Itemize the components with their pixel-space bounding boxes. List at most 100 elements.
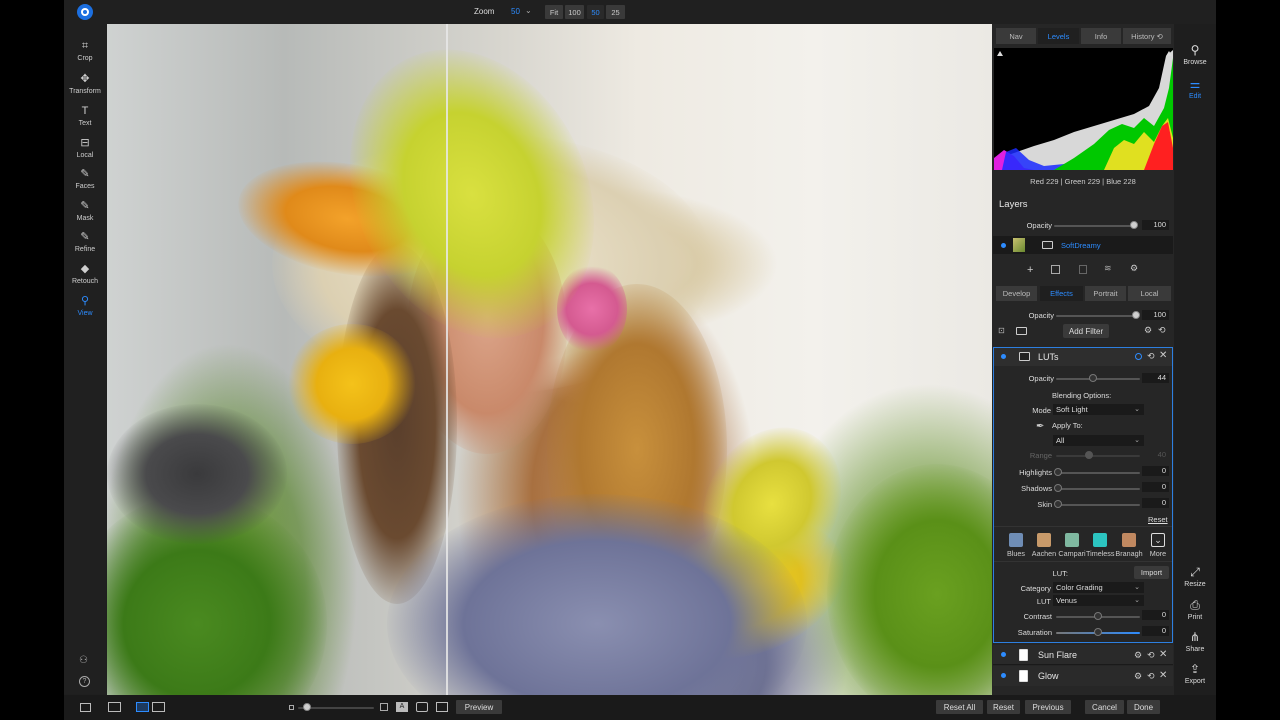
tool-mask[interactable]: ✎ Mask bbox=[64, 200, 106, 222]
lock-icon[interactable]: ⊡ bbox=[998, 326, 1005, 335]
eyedropper-icon[interactable]: ✒ bbox=[1036, 421, 1044, 432]
lut-preset-campari-swatch[interactable] bbox=[1065, 533, 1079, 547]
tab-portrait[interactable]: Portrait bbox=[1085, 286, 1126, 301]
tool-text[interactable]: T Text bbox=[64, 105, 106, 127]
luts-reset-icon[interactable]: ⟲ bbox=[1147, 351, 1155, 362]
lut-preset-timeless-swatch[interactable] bbox=[1093, 533, 1107, 547]
lut-preset-aachen-swatch[interactable] bbox=[1037, 533, 1051, 547]
luts-close-icon[interactable]: ✕ bbox=[1159, 350, 1167, 361]
lut-preset-label[interactable]: Campari bbox=[1058, 549, 1086, 558]
sun-flare-visibility-icon[interactable] bbox=[1001, 652, 1006, 657]
layers-opacity-value[interactable]: 100 bbox=[1142, 220, 1169, 230]
luts-solo-icon[interactable] bbox=[1135, 353, 1142, 360]
layer-name[interactable]: SoftDreamy bbox=[1061, 241, 1101, 250]
tool-retouch[interactable]: ◆ Retouch bbox=[64, 263, 106, 285]
lut-preset-label[interactable]: Aachen bbox=[1030, 549, 1058, 558]
skin-slider[interactable] bbox=[1056, 504, 1140, 506]
layer-visibility-icon[interactable] bbox=[1001, 243, 1006, 248]
layer-mask-icon[interactable] bbox=[1042, 241, 1053, 249]
filmstrip-icon[interactable] bbox=[108, 702, 121, 712]
tool-transform[interactable]: ✥ Transform bbox=[64, 73, 106, 95]
layers-opacity-knob[interactable] bbox=[1130, 221, 1138, 229]
add-layer-icon[interactable]: + bbox=[1027, 264, 1033, 276]
zoom-fit-button[interactable]: Fit bbox=[545, 5, 563, 19]
filter-reset-icon[interactable]: ⟲ bbox=[1158, 325, 1166, 336]
effects-opacity-value[interactable]: 100 bbox=[1142, 310, 1169, 320]
effects-opacity-knob[interactable] bbox=[1132, 311, 1140, 319]
range-knob[interactable] bbox=[1085, 451, 1093, 459]
layer-settings-gear-icon[interactable]: ⚙ bbox=[1130, 263, 1138, 274]
category-select[interactable]: Color Grading ⌄ bbox=[1053, 582, 1144, 593]
saturation-value[interactable]: 0 bbox=[1142, 626, 1169, 636]
module-edit[interactable]: ⚌ Edit bbox=[1180, 77, 1210, 100]
text-overlay-icon[interactable]: A bbox=[396, 702, 408, 712]
before-after-split-line[interactable] bbox=[446, 24, 448, 695]
range-slider[interactable] bbox=[1056, 455, 1140, 457]
luts-opacity-slider[interactable] bbox=[1056, 378, 1140, 380]
luts-opacity-knob[interactable] bbox=[1088, 374, 1097, 382]
zoom-25-button[interactable]: 25 bbox=[606, 5, 625, 19]
highlights-knob[interactable] bbox=[1054, 468, 1062, 476]
account-icon[interactable]: ⚇ bbox=[79, 655, 88, 666]
module-print[interactable]: ⎙ Print bbox=[1180, 598, 1210, 621]
app-logo-icon[interactable] bbox=[77, 4, 93, 20]
highlights-value[interactable]: 0 bbox=[1142, 466, 1169, 476]
zoom-in-icon[interactable] bbox=[380, 703, 388, 711]
layer-thumbnail[interactable] bbox=[1013, 238, 1025, 252]
module-share[interactable]: ⋔ Share bbox=[1180, 630, 1210, 653]
tool-view[interactable]: ⚲ View bbox=[64, 295, 106, 317]
sun-flare-close-icon[interactable]: ✕ bbox=[1159, 649, 1167, 660]
sun-flare-gear-icon[interactable]: ⚙ bbox=[1134, 650, 1142, 661]
reset-all-button[interactable]: Reset All bbox=[936, 700, 983, 714]
lut-preset-label[interactable]: Timeless bbox=[1086, 549, 1115, 558]
tab-levels[interactable]: Levels bbox=[1038, 28, 1079, 44]
done-button[interactable]: Done bbox=[1127, 700, 1160, 714]
shadows-knob[interactable] bbox=[1054, 484, 1062, 492]
mode-select[interactable]: Soft Light ⌄ bbox=[1053, 404, 1144, 415]
tab-info[interactable]: Info bbox=[1081, 28, 1121, 44]
import-button[interactable]: Import bbox=[1134, 566, 1169, 579]
tool-crop[interactable]: ⌗ Crop bbox=[64, 40, 106, 62]
add-filter-button[interactable]: Add Filter bbox=[1063, 324, 1109, 338]
skin-value[interactable]: 0 bbox=[1142, 498, 1169, 508]
module-resize[interactable]: ⤢ Resize bbox=[1180, 565, 1210, 588]
sun-flare-reset-icon[interactable]: ⟲ bbox=[1147, 650, 1155, 661]
zoom-100-button[interactable]: 100 bbox=[565, 5, 584, 19]
lut-preset-label[interactable]: Branagh bbox=[1115, 549, 1143, 558]
zoom-value-dropdown[interactable]: 50 bbox=[511, 7, 520, 16]
panel-toggle-icon[interactable] bbox=[80, 703, 91, 712]
shadow-clip-icon[interactable] bbox=[997, 51, 1003, 56]
luts-visibility-icon[interactable] bbox=[1001, 354, 1006, 359]
layers-opacity-slider[interactable] bbox=[1054, 225, 1134, 227]
stack-icon[interactable]: ≋ bbox=[1104, 263, 1112, 274]
duplicate-layer-icon[interactable] bbox=[1051, 265, 1060, 274]
help-icon[interactable]: ? bbox=[79, 676, 90, 687]
lut-preset-blues-swatch[interactable] bbox=[1009, 533, 1023, 547]
module-export[interactable]: ⇪ Export bbox=[1180, 662, 1210, 685]
shadows-value[interactable]: 0 bbox=[1142, 482, 1169, 492]
reset-button[interactable]: Reset bbox=[987, 700, 1020, 714]
more-presets-icon[interactable]: ⌄ bbox=[1151, 533, 1165, 547]
zoom-slider-knob[interactable] bbox=[303, 703, 311, 711]
lut-preset-label[interactable]: Blues bbox=[1002, 549, 1030, 558]
clipping-view-icon[interactable] bbox=[436, 702, 448, 712]
glow-gear-icon[interactable]: ⚙ bbox=[1134, 671, 1142, 682]
shadows-slider[interactable] bbox=[1056, 488, 1140, 490]
luts-mask-icon[interactable] bbox=[1019, 352, 1030, 361]
glow-close-icon[interactable]: ✕ bbox=[1159, 670, 1167, 681]
single-view-icon[interactable] bbox=[136, 702, 149, 712]
chevron-down-icon[interactable]: ⌄ bbox=[525, 6, 532, 15]
tab-history[interactable]: History ⟲ bbox=[1123, 28, 1171, 44]
highlights-slider[interactable] bbox=[1056, 472, 1140, 474]
split-view-icon[interactable] bbox=[152, 702, 165, 712]
tool-local[interactable]: ⊟ Local bbox=[64, 137, 106, 159]
luts-opacity-value[interactable]: 44 bbox=[1142, 373, 1169, 383]
lut-select[interactable]: Venus ⌄ bbox=[1053, 595, 1144, 606]
contrast-knob[interactable] bbox=[1094, 612, 1102, 620]
zoom-out-icon[interactable] bbox=[289, 705, 294, 710]
cancel-button[interactable]: Cancel bbox=[1085, 700, 1124, 714]
glow-reset-icon[interactable]: ⟲ bbox=[1147, 671, 1155, 682]
zoom-50-button[interactable]: 50 bbox=[587, 5, 604, 19]
skin-knob[interactable] bbox=[1054, 500, 1062, 508]
effects-opacity-slider[interactable] bbox=[1056, 315, 1136, 317]
